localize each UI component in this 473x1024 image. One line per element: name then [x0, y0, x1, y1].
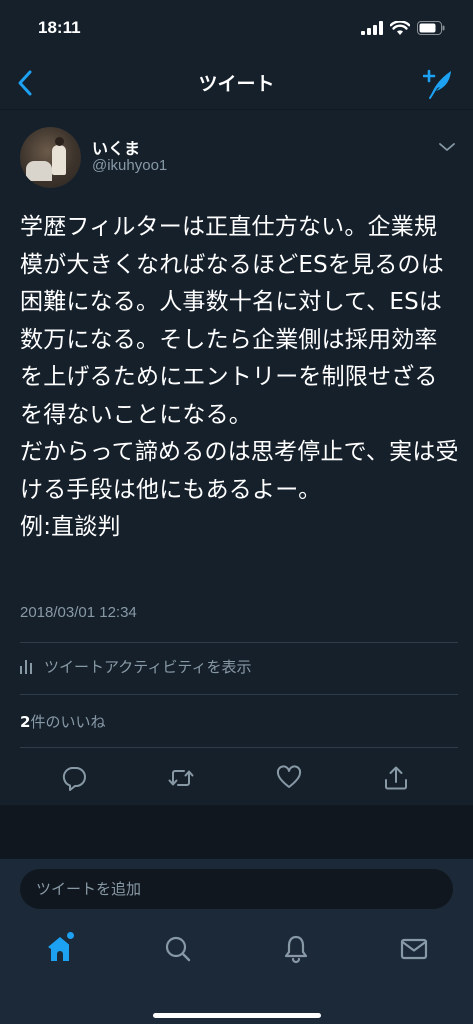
reply-icon[interactable]	[61, 765, 87, 791]
chevron-left-icon[interactable]	[14, 69, 38, 97]
notification-dot	[67, 932, 74, 939]
tab-bar	[0, 916, 473, 1024]
bar-chart-icon	[20, 660, 32, 674]
divider	[20, 694, 458, 695]
tweet-text: 学歴フィルターは正直仕方ない。企業規模が大きくなればなるほどESを見るのは困難に…	[20, 214, 459, 540]
wifi-icon	[390, 20, 410, 35]
tweet-timestamp: 2018/03/01 12:34	[20, 604, 137, 621]
tweet-actions	[0, 761, 473, 795]
search-icon[interactable]	[163, 934, 193, 964]
avatar-photo-detail	[52, 145, 66, 175]
mail-icon[interactable]	[399, 934, 429, 964]
likes-count[interactable]: 2件のいいね	[20, 711, 105, 732]
likes-label: 件のいいね	[30, 713, 106, 731]
heart-icon[interactable]	[276, 765, 302, 791]
tweet-detail: いくま @ikuhyoo1 学歴フィルターは正直仕方ない。企業規模が大きくなれば…	[0, 111, 473, 805]
nav-bar: ツイート	[0, 56, 473, 110]
reply-bar	[0, 858, 473, 916]
divider	[20, 642, 458, 643]
avatar[interactable]	[20, 127, 81, 188]
home-indicator	[153, 1013, 321, 1018]
user-name[interactable]: いくま	[92, 135, 140, 159]
status-time: 18:11	[38, 18, 81, 37]
battery-icon	[417, 21, 445, 35]
reply-input[interactable]	[20, 869, 453, 909]
signal-icon	[361, 21, 383, 35]
tweet-activity-link[interactable]: ツイートアクティビティを表示	[20, 655, 251, 677]
compose-tweet-icon[interactable]	[423, 67, 457, 101]
status-icons	[361, 20, 445, 36]
user-handle[interactable]: @ikuhyoo1	[92, 157, 167, 174]
retweet-icon[interactable]	[168, 765, 194, 791]
page-title: ツイート	[198, 73, 275, 95]
bell-icon[interactable]	[281, 934, 311, 964]
tweet-activity-label: ツイートアクティビティを表示	[44, 657, 252, 676]
share-icon[interactable]	[383, 765, 409, 791]
empty-area	[0, 805, 473, 858]
likes-number: 2	[20, 713, 31, 731]
divider	[20, 747, 458, 748]
avatar-photo-detail	[26, 161, 52, 181]
avatar-photo-detail	[55, 137, 64, 146]
status-bar: 18:11	[0, 0, 473, 56]
chevron-down-icon[interactable]	[438, 141, 456, 153]
